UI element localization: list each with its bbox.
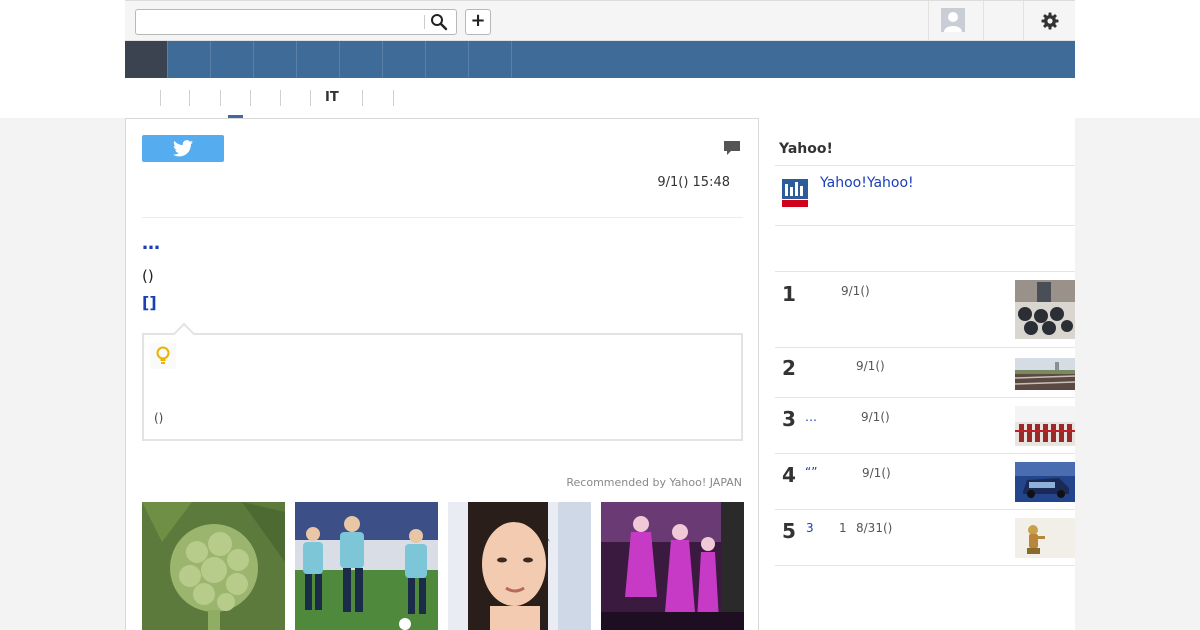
subnav-item[interactable] xyxy=(362,90,377,106)
figure-photo[interactable] xyxy=(1015,518,1075,558)
article-text: () xyxy=(142,267,154,285)
railway-photo[interactable] xyxy=(1015,358,1075,390)
nav-item[interactable] xyxy=(426,41,469,78)
nav-item-home[interactable] xyxy=(125,41,168,78)
gear-icon xyxy=(1041,12,1059,30)
hint-note: () xyxy=(154,411,164,425)
rank-number: 1 xyxy=(782,282,796,306)
article-datetime: 9/1() 15:48 xyxy=(657,175,730,190)
rank-date: 8/31() xyxy=(856,521,893,535)
rank-number: 3 xyxy=(782,407,796,431)
ranking-item[interactable]: 2 9/1() xyxy=(775,347,1075,397)
divider xyxy=(775,225,1075,226)
twitter-share-button[interactable] xyxy=(142,135,224,162)
nav-item[interactable] xyxy=(211,41,254,78)
rank-date: 9/1() xyxy=(862,466,891,480)
sidebar-heading: Yahoo! xyxy=(779,141,833,157)
ranking-item[interactable]: 4 “” 9/1() xyxy=(775,453,1075,509)
rank-date: 9/1() xyxy=(861,410,890,424)
ranking-item[interactable]: 5 3 1 8/31() xyxy=(775,509,1075,565)
watches-photo[interactable] xyxy=(1015,280,1075,339)
search-input[interactable] xyxy=(140,12,420,32)
top-header: + xyxy=(125,0,1075,41)
subnav-item[interactable] xyxy=(189,90,204,106)
settings-button[interactable] xyxy=(1024,1,1075,41)
rank-comment-count: 1 xyxy=(839,521,847,535)
plus-icon: + xyxy=(470,10,486,31)
ceremony-photo[interactable] xyxy=(1015,406,1075,446)
yahoo-promo-link[interactable]: Yahoo!Yahoo! xyxy=(820,175,914,191)
nav-item[interactable] xyxy=(168,41,211,78)
subnav-item[interactable] xyxy=(160,90,175,106)
nav-item[interactable] xyxy=(254,41,297,78)
broccoli-photo[interactable] xyxy=(142,502,285,630)
nav-item[interactable] xyxy=(297,41,340,78)
divider xyxy=(142,217,743,218)
subnav-item-label: IT xyxy=(325,90,339,105)
rank-title[interactable]: 3 xyxy=(806,521,814,535)
recommended-label: Recommended by Yahoo! JAPAN xyxy=(566,476,742,489)
search-box[interactable] xyxy=(135,9,457,35)
rank-date: 9/1() xyxy=(841,284,870,298)
category-nav xyxy=(125,41,1075,78)
rank-title[interactable]: … xyxy=(805,410,817,424)
add-button[interactable]: + xyxy=(465,9,491,35)
hint-caret xyxy=(172,322,196,346)
ranking-item[interactable]: 1 9/1() xyxy=(775,271,1075,347)
lightbulb-icon xyxy=(150,343,176,369)
nav-item[interactable] xyxy=(469,41,512,78)
sidebar: Yahoo! Yahoo!Yahoo! 1 9/1() 2 9/1() 3 … … xyxy=(759,118,1075,630)
rank-number: 2 xyxy=(782,356,796,380)
search-icon xyxy=(431,14,448,31)
search-button[interactable] xyxy=(430,13,450,31)
recommended-thumbnails xyxy=(142,502,744,630)
rank-title[interactable]: “” xyxy=(805,465,817,479)
subnav-item-active[interactable] xyxy=(220,90,235,106)
divider xyxy=(775,565,1075,566)
user-avatar-icon xyxy=(941,8,965,32)
party-stage-photo[interactable] xyxy=(601,502,744,630)
nav-item[interactable] xyxy=(340,41,383,78)
sub-category-nav: IT xyxy=(125,78,1075,119)
subnav-item-it[interactable]: IT xyxy=(310,90,339,106)
ranking-item[interactable]: 3 … 9/1() xyxy=(775,397,1075,453)
twitter-bird-icon xyxy=(173,140,193,157)
rank-date: 9/1() xyxy=(856,359,885,373)
divider xyxy=(775,165,1075,166)
rank-number: 5 xyxy=(782,519,796,543)
subnav-item[interactable] xyxy=(280,90,295,106)
notification-cell[interactable] xyxy=(984,1,1024,41)
related-link[interactable]: [] xyxy=(142,293,157,312)
comment-icon xyxy=(724,141,740,155)
account-button[interactable] xyxy=(928,1,984,41)
rank-number: 4 xyxy=(782,463,796,487)
car-photo[interactable] xyxy=(1015,462,1075,502)
article-card: 9/1() 15:48 … () [] () Recommended by Ya… xyxy=(125,118,759,630)
woman-portrait-photo[interactable] xyxy=(448,502,591,630)
source-link[interactable]: … xyxy=(142,233,161,254)
nav-item[interactable] xyxy=(383,41,426,78)
comment-button[interactable] xyxy=(723,140,741,161)
search-divider xyxy=(424,15,425,29)
yahoo-app-icon[interactable] xyxy=(781,178,809,208)
hint-box: () xyxy=(142,322,743,441)
soccer-players-photo[interactable] xyxy=(295,502,438,630)
subnav-item[interactable] xyxy=(250,90,265,106)
subnav-item[interactable] xyxy=(393,90,408,106)
